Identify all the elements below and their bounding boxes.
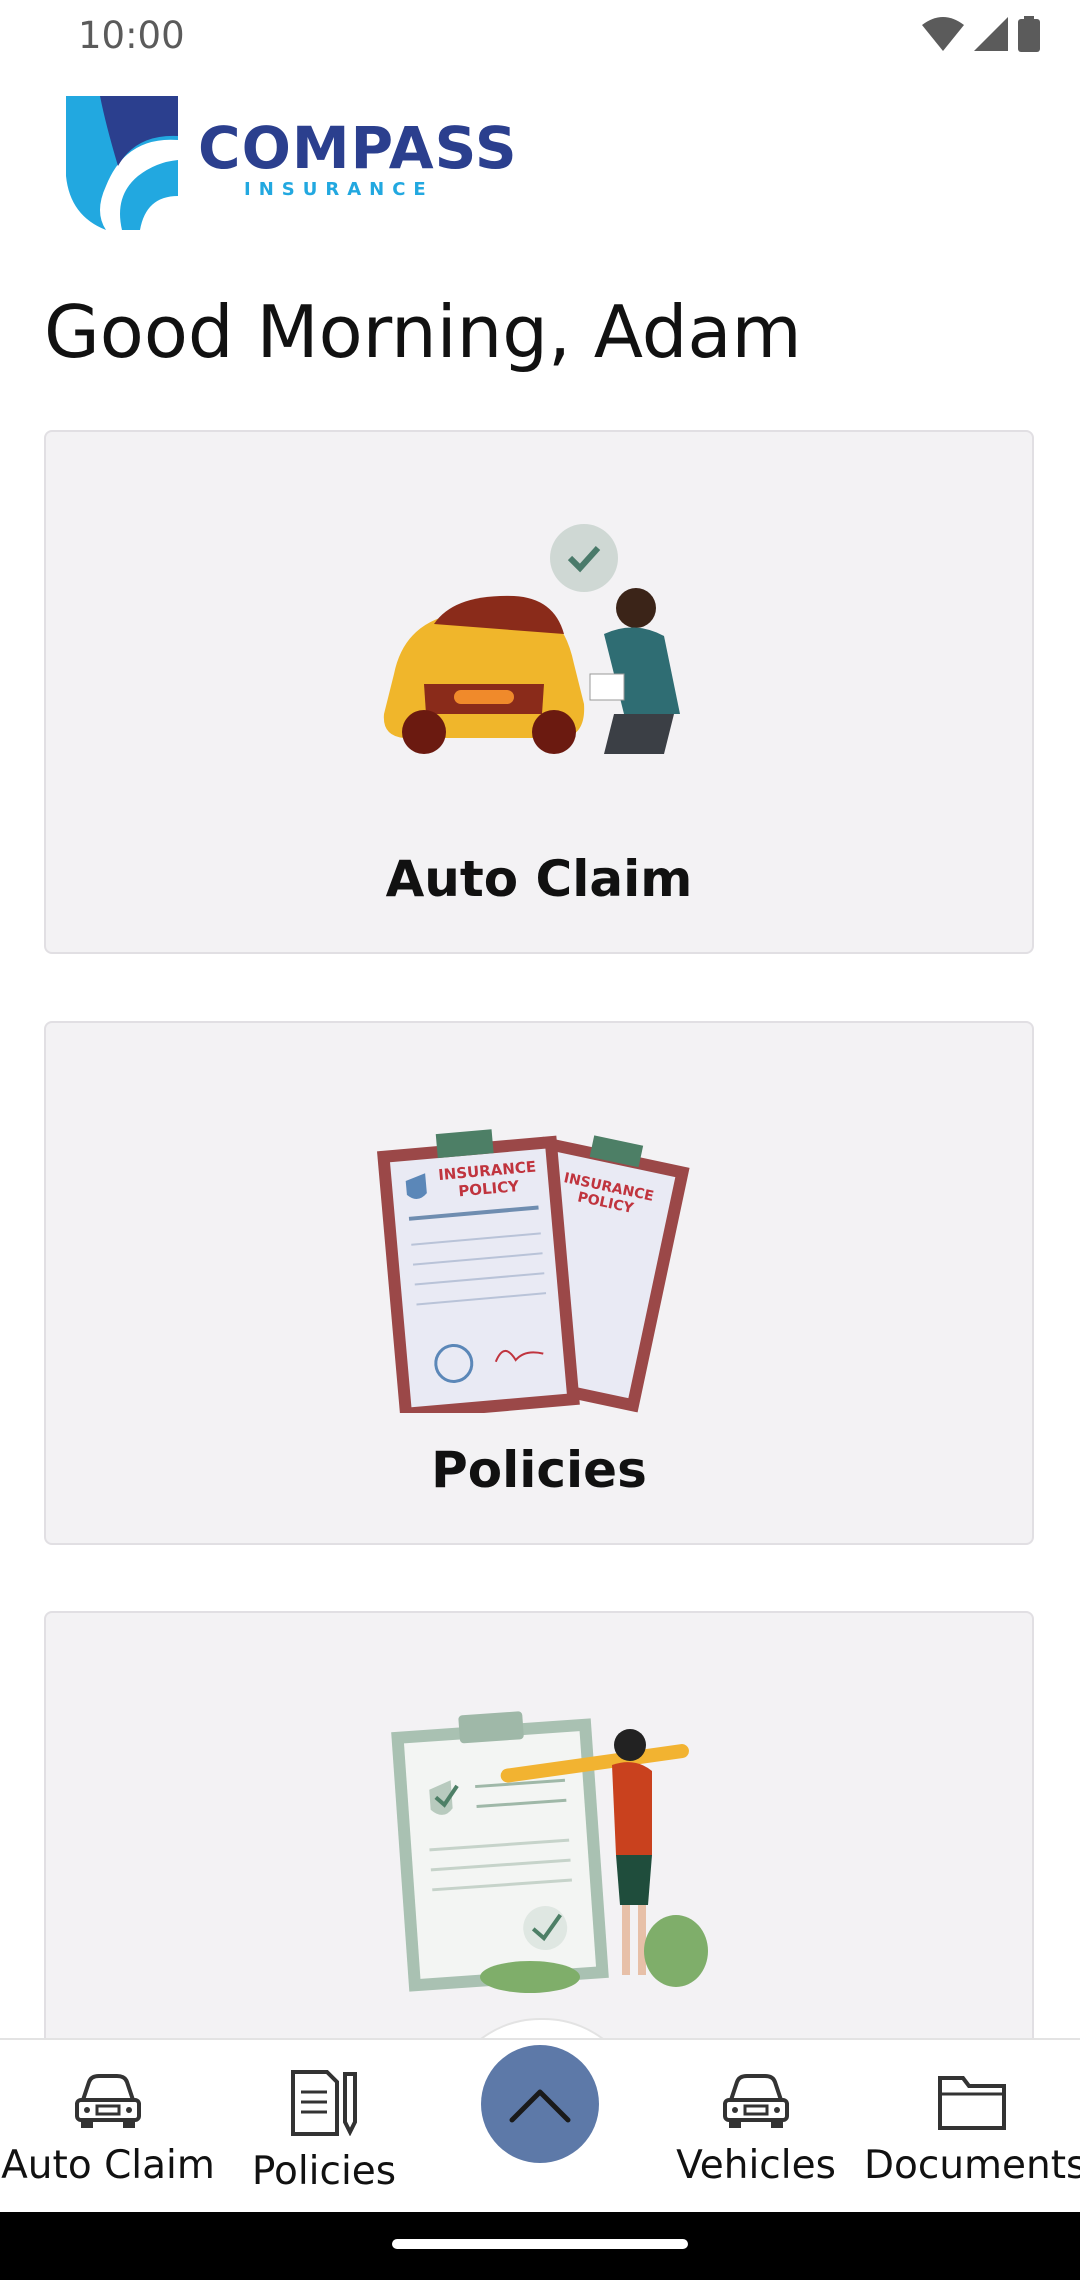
nav-label-auto-claim: Auto Claim bbox=[1, 2143, 215, 2188]
expand-fab-button[interactable] bbox=[481, 2045, 599, 2163]
nav-item-documents[interactable]: Documents bbox=[864, 2070, 1080, 2188]
nav-label-documents: Documents bbox=[864, 2143, 1080, 2188]
nav-item-auto-claim[interactable]: Auto Claim bbox=[0, 2070, 216, 2188]
status-bar: 10:00 bbox=[0, 0, 1080, 70]
document-pen-icon bbox=[291, 2070, 357, 2137]
policies-card[interactable]: INSURANCE POLICY INSURANCE POLICY Polici… bbox=[44, 1021, 1034, 1545]
nav-item-policies[interactable]: Policies bbox=[216, 2070, 432, 2194]
logo-subtitle: INSURANCE bbox=[244, 179, 434, 200]
status-time: 10:00 bbox=[78, 14, 185, 57]
status-icons bbox=[922, 14, 1040, 54]
auto-claim-card-title: Auto Claim bbox=[385, 850, 693, 908]
car-icon bbox=[723, 2074, 789, 2128]
wifi-icon bbox=[922, 17, 964, 51]
battery-icon bbox=[1018, 16, 1040, 52]
car-claim-illustration bbox=[383, 524, 680, 754]
compass-insurance-logo: COMPASS INSURANCE bbox=[66, 96, 517, 236]
nav-item-vehicles[interactable]: Vehicles bbox=[648, 2070, 864, 2188]
compass-logo-mark bbox=[66, 96, 178, 230]
nav-label-policies: Policies bbox=[251, 2149, 397, 2194]
chevron-up-icon bbox=[509, 2089, 571, 2123]
signal-icon bbox=[974, 17, 1008, 51]
nav-label-vehicles: Vehicles bbox=[676, 2143, 836, 2188]
car-icon bbox=[75, 2074, 141, 2128]
logo-wordmark: COMPASS bbox=[198, 114, 518, 182]
folder-icon bbox=[938, 2076, 1006, 2130]
home-gesture-handle[interactable] bbox=[392, 2239, 688, 2249]
auto-claim-card[interactable]: Auto Claim bbox=[44, 430, 1034, 954]
greeting-heading: Good Morning, Adam bbox=[44, 290, 802, 374]
insurance-policy-illustration: INSURANCE POLICY INSURANCE POLICY bbox=[377, 1129, 690, 1413]
checklist-illustration bbox=[391, 1711, 708, 1993]
checklist-card[interactable] bbox=[44, 1611, 1034, 2051]
policies-card-title: Policies bbox=[431, 1441, 647, 1499]
